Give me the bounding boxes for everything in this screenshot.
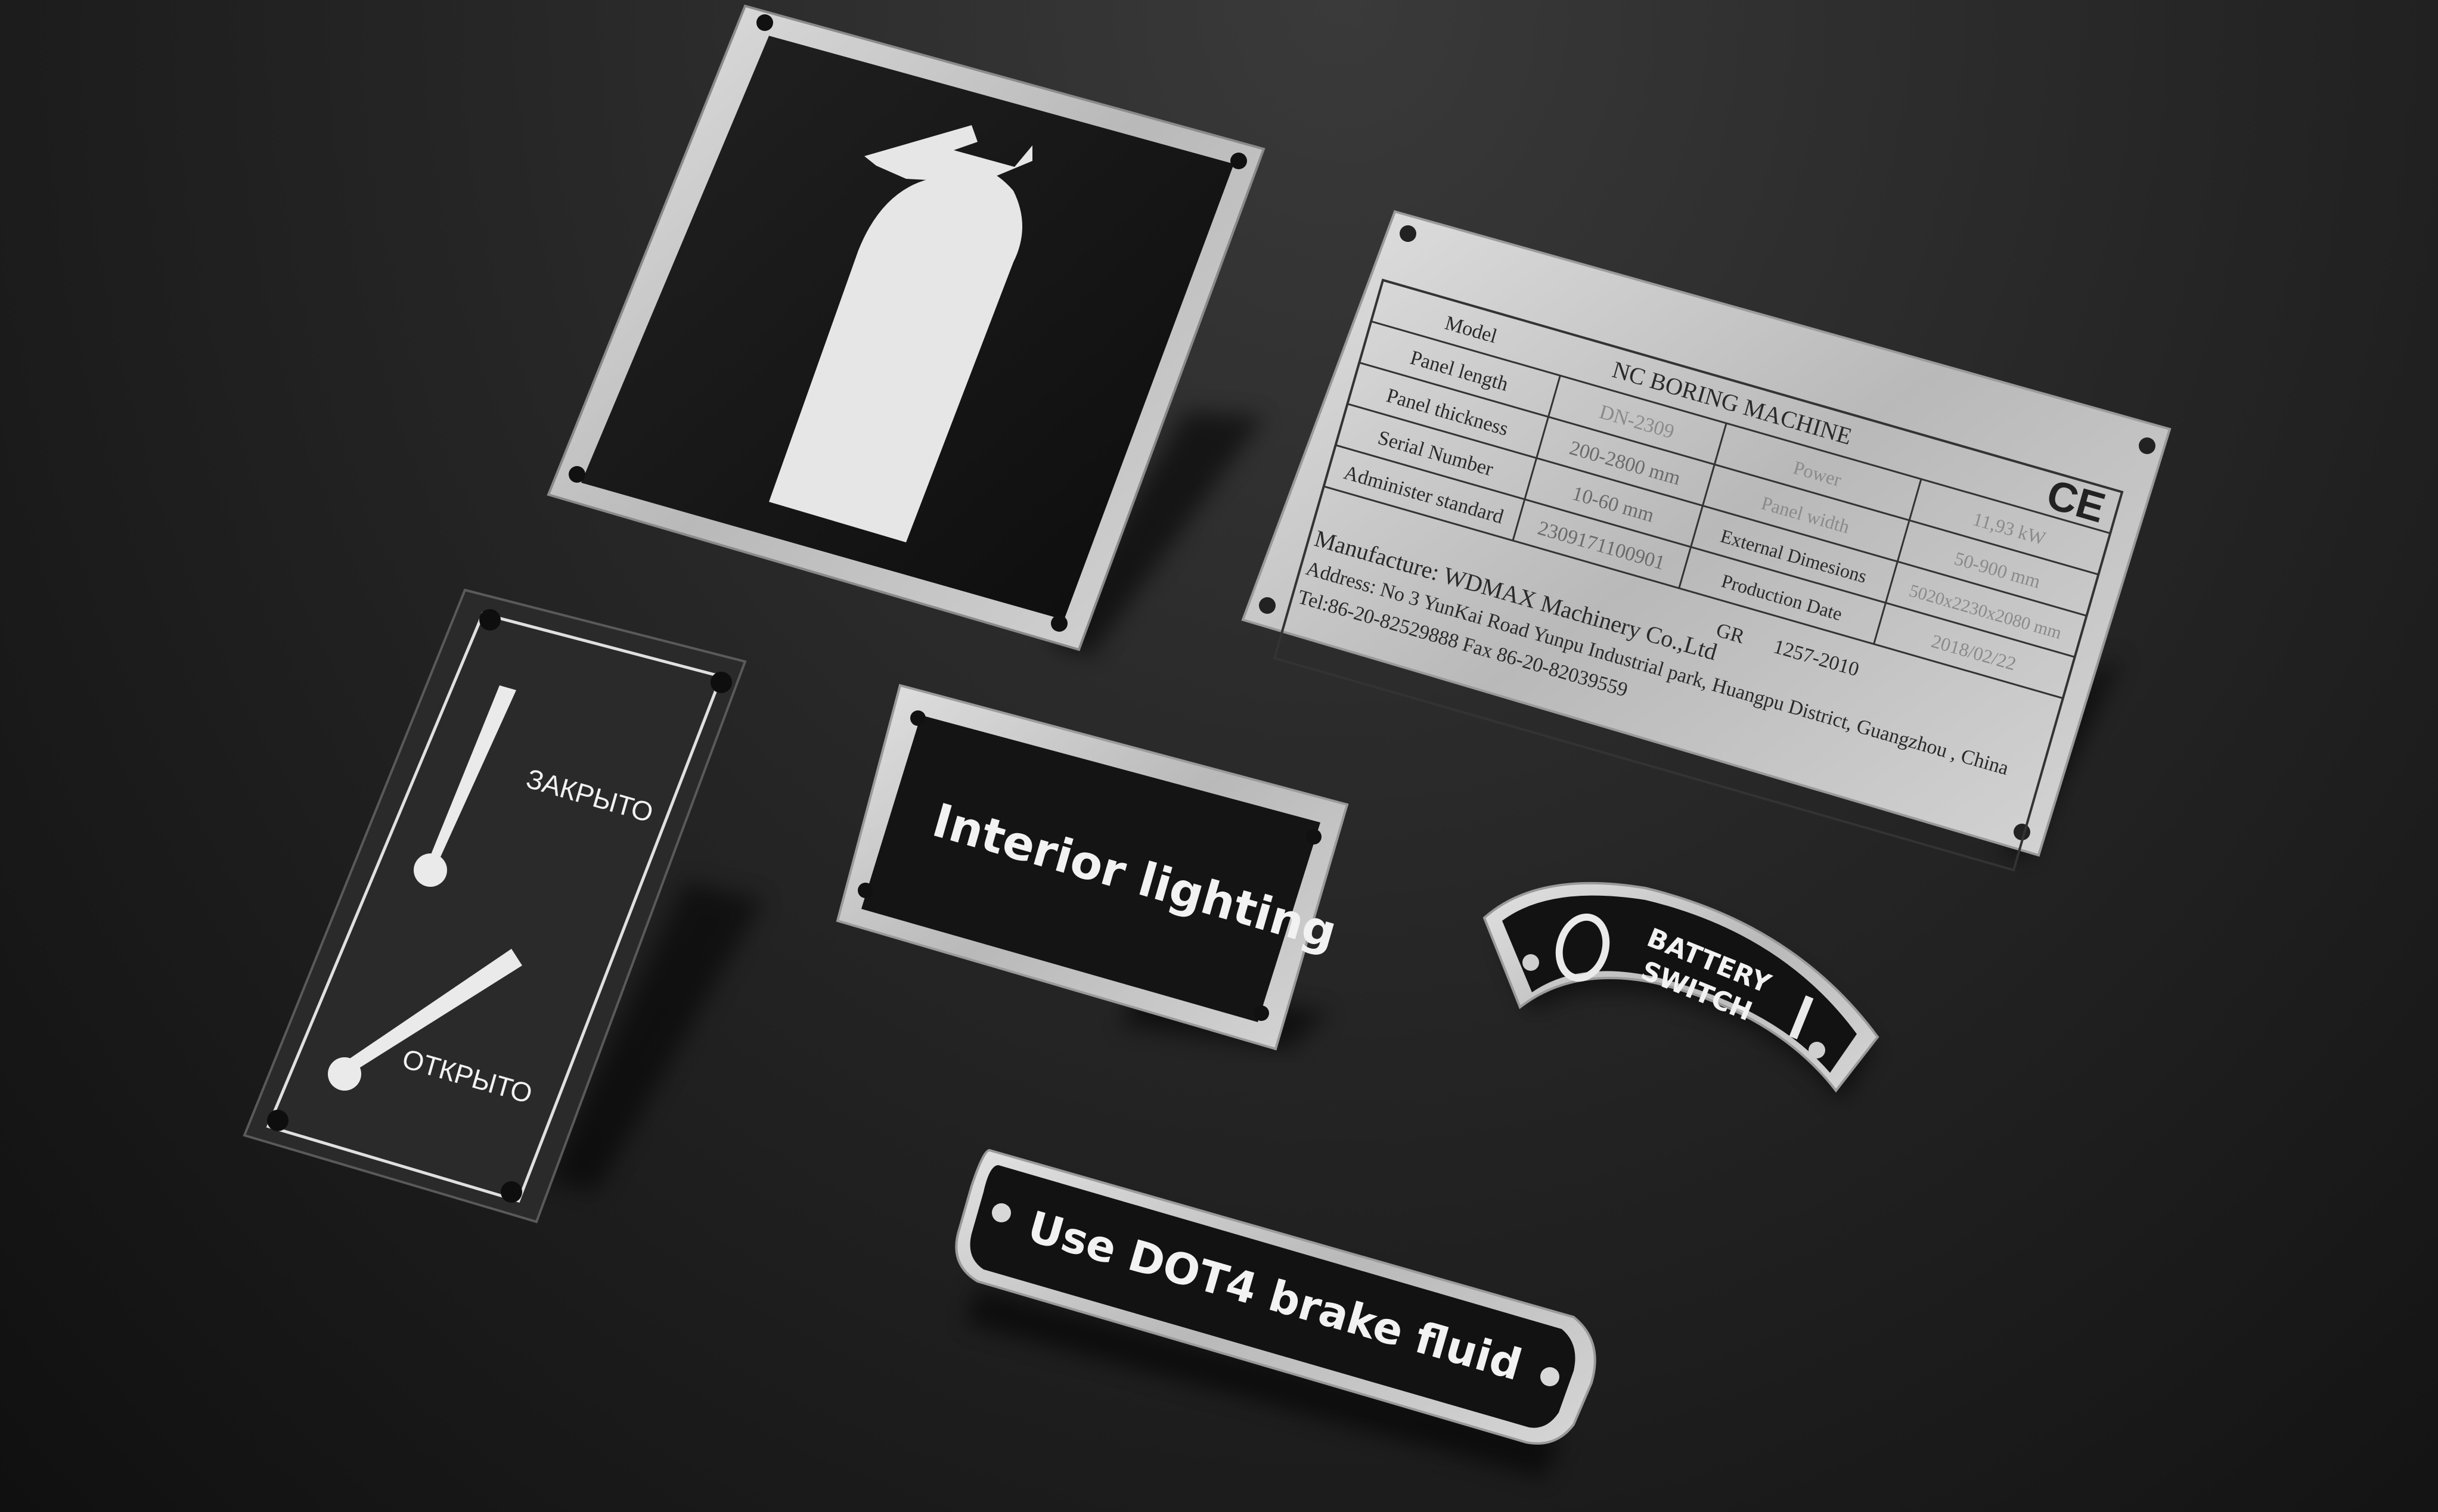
brake-fluid-plate: Use DOT4 brake fluid [955, 1148, 1596, 1478]
fire-extinguisher-sign [547, 4, 1265, 656]
battery-switch-plate: BATTERY SWITCH [1482, 881, 1879, 1103]
machine-nameplate: NC BORING MACHINE CE Model Panel length … [1241, 210, 2172, 872]
product-photo-scene: NC BORING MACHINE CE Model Panel length … [0, 0, 2438, 1512]
plates-illustration: NC BORING MACHINE CE Model Panel length … [243, 4, 2172, 1478]
mounting-hole [569, 466, 585, 483]
mounting-hole [1230, 153, 1247, 169]
interior-lighting-plate: Interior lighting [836, 684, 1349, 1051]
valve-position-plate: ЗАКРЫТО ОТКРЫТО [243, 588, 763, 1224]
mounting-hole [756, 14, 773, 31]
mounting-hole [1051, 615, 1068, 632]
